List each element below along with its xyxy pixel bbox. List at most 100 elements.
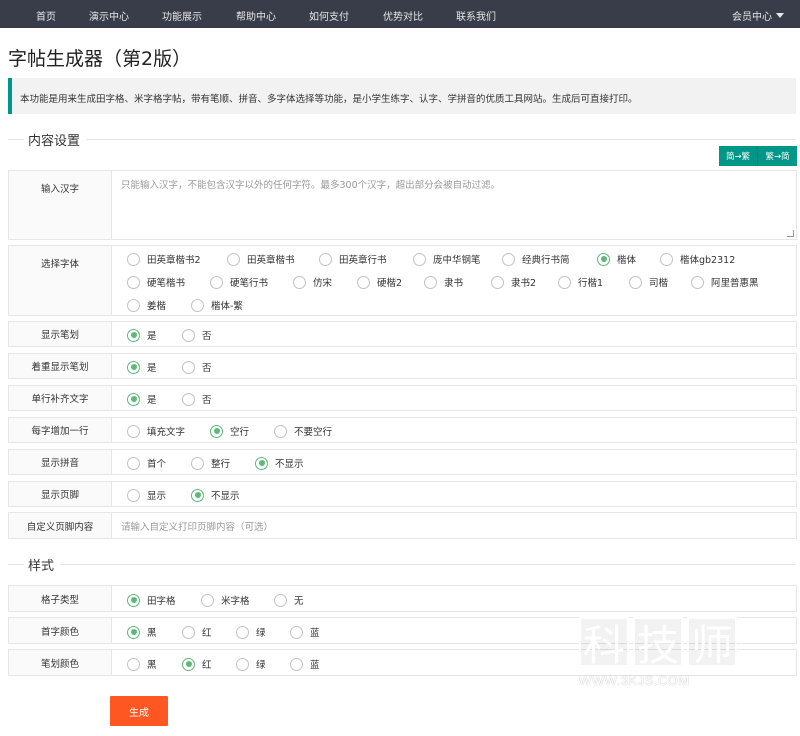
font-option[interactable]: 楷体gb2312: [660, 252, 735, 266]
radio-icon: [182, 392, 195, 406]
radio-icon: [558, 275, 571, 289]
radio-icon: [274, 424, 287, 438]
radio-icon: [424, 275, 437, 289]
input-row: 输入汉字 只能输入汉字，不能包含汉字以外的任何字符。最多300个汉字，超出部分会…: [8, 170, 797, 240]
radio-checked-icon: [127, 328, 140, 342]
font-option[interactable]: 隶书2: [491, 275, 536, 289]
add-line-fill-text[interactable]: 填充文字: [127, 424, 185, 438]
chevron-down-icon: [776, 13, 784, 18]
page-title: 字帖生成器（第2版）: [8, 48, 192, 70]
font-option[interactable]: 司楷: [629, 275, 668, 289]
top-nav: 首页 演示中心 功能展示 帮助中心 如何支付 优势对比 联系我们 会员中心: [0, 0, 800, 28]
font-option[interactable]: 田英章楷书2: [127, 252, 201, 266]
custom-footer-input[interactable]: 请输入自定义打印页脚内容（可选）: [113, 513, 796, 538]
font-option[interactable]: 硬笔行书: [210, 275, 268, 289]
nav-how-to-pay[interactable]: 如何支付: [309, 8, 349, 23]
font-option[interactable]: 阿里普惠黑: [691, 275, 759, 289]
emphasize-strokes-yes[interactable]: 是: [127, 360, 157, 374]
first-color-red[interactable]: 红: [182, 625, 212, 639]
font-option-selected[interactable]: 楷体: [597, 252, 636, 266]
chinese-text-input[interactable]: 只能输入汉字，不能包含汉字以外的任何字符。最多300个汉字，超出部分会被自动过滤…: [113, 171, 796, 239]
show-strokes-yes[interactable]: 是: [127, 328, 157, 342]
radio-icon: [127, 488, 140, 502]
stroke-color-green[interactable]: 绿: [236, 657, 266, 671]
resize-handle-icon[interactable]: [787, 230, 794, 237]
style-section-label: 样式: [28, 559, 55, 574]
font-option[interactable]: 田英章楷书: [227, 252, 295, 266]
footer-hide[interactable]: 不显示: [191, 488, 240, 502]
radio-checked-icon: [127, 392, 140, 406]
watermark-char: 技: [633, 617, 683, 670]
emphasize-strokes-no[interactable]: 否: [182, 360, 212, 374]
font-option[interactable]: 楷体-繁: [191, 298, 243, 312]
notice-banner: 本功能是用来生成田字格、米字格字帖，带有笔顺、拼音、多字体选择等功能，是小学生练…: [8, 78, 796, 114]
nav-comparison[interactable]: 优势对比: [383, 8, 423, 23]
radio-icon: [191, 456, 204, 470]
radio-icon: [357, 275, 370, 289]
grid-type-none[interactable]: 无: [274, 593, 304, 607]
first-color-black[interactable]: 黑: [127, 625, 157, 639]
add-line-blank[interactable]: 空行: [210, 424, 249, 438]
style-section-title: 样式: [8, 555, 796, 574]
radio-icon: [127, 298, 140, 312]
grid-type-tian[interactable]: 田字格: [127, 593, 176, 607]
first-color-blue[interactable]: 蓝: [290, 625, 320, 639]
grid-type-label: 格子类型: [9, 586, 112, 611]
traditional-to-simplified-button[interactable]: 繁→简: [758, 146, 797, 166]
radio-icon: [629, 275, 642, 289]
radio-checked-icon: [127, 593, 140, 607]
pinyin-label: 显示拼音: [9, 450, 112, 474]
radio-checked-icon: [127, 625, 140, 639]
member-center-label: 会员中心: [732, 12, 772, 23]
radio-icon: [293, 275, 306, 289]
nav-help-center[interactable]: 帮助中心: [236, 8, 276, 23]
footer-show[interactable]: 显示: [127, 488, 166, 502]
stroke-color-red[interactable]: 红: [182, 657, 212, 671]
pinyin-hide[interactable]: 不显示: [255, 456, 304, 470]
font-option[interactable]: 隶书: [424, 275, 463, 289]
radio-checked-icon: [127, 360, 140, 374]
pinyin-whole-line[interactable]: 整行: [191, 456, 230, 470]
radio-icon: [236, 657, 249, 671]
font-option[interactable]: 庞中华钢笔: [413, 252, 481, 266]
nav-member-center[interactable]: 会员中心: [732, 8, 784, 23]
stroke-color-blue[interactable]: 蓝: [290, 657, 320, 671]
nav-home[interactable]: 首页: [36, 8, 56, 23]
show-strokes-no[interactable]: 否: [182, 328, 212, 342]
nav-demo-center[interactable]: 演示中心: [89, 8, 129, 23]
radio-icon: [319, 252, 332, 266]
radio-icon: [182, 625, 195, 639]
font-option[interactable]: 硬楷2: [357, 275, 402, 289]
add-line-row: 每字增加一行 填充文字 空行 不要空行: [8, 417, 797, 443]
font-option[interactable]: 经典行书简: [502, 252, 570, 266]
footer-row: 显示页脚 显示 不显示: [8, 481, 797, 507]
stroke-color-black[interactable]: 黑: [127, 657, 157, 671]
radio-icon: [660, 252, 673, 266]
fill-line-no[interactable]: 否: [182, 392, 212, 406]
fill-line-label: 单行补齐文字: [9, 386, 112, 410]
custom-footer-placeholder: 请输入自定义打印页脚内容（可选）: [121, 521, 274, 533]
watermark-char: 师: [687, 617, 737, 670]
watermark-logo: 科 技 师 WWW.3KJS.COM: [579, 617, 741, 693]
radio-icon: [182, 328, 195, 342]
grid-type-mi[interactable]: 米字格: [201, 593, 250, 607]
font-option[interactable]: 田英章行书: [319, 252, 387, 266]
first-color-green[interactable]: 绿: [236, 625, 266, 639]
nav-features[interactable]: 功能展示: [162, 8, 202, 23]
add-line-none[interactable]: 不要空行: [274, 424, 332, 438]
radio-icon: [127, 275, 140, 289]
font-option[interactable]: 仿宋: [293, 275, 332, 289]
radio-checked-icon: [597, 252, 610, 266]
watermark-char: 科: [579, 617, 629, 670]
show-strokes-label: 显示笔划: [9, 322, 112, 346]
simplified-to-traditional-button[interactable]: 简→繁: [719, 146, 758, 166]
fill-line-yes[interactable]: 是: [127, 392, 157, 406]
pinyin-first[interactable]: 首个: [127, 456, 166, 470]
radio-icon: [127, 456, 140, 470]
font-option[interactable]: 姜楷: [127, 298, 166, 312]
font-option[interactable]: 行楷1: [558, 275, 603, 289]
nav-contact[interactable]: 联系我们: [456, 8, 496, 23]
generate-button[interactable]: 生成: [110, 696, 168, 726]
font-option[interactable]: 硬笔楷书: [127, 275, 185, 289]
radio-icon: [691, 275, 704, 289]
